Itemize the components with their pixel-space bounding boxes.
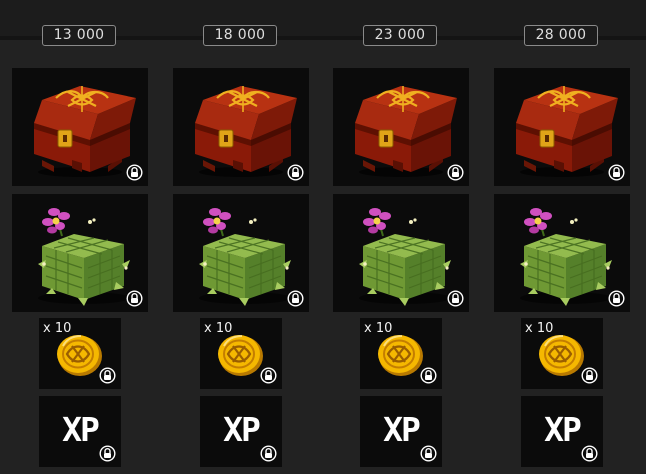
xp-reward-tile[interactable]: XP xyxy=(200,396,282,467)
coin-reward-tile[interactable]: x 10 xyxy=(200,318,282,389)
xp-label: XP xyxy=(223,410,261,449)
lock-icon xyxy=(608,290,625,307)
lock-icon xyxy=(287,290,304,307)
plant-block-reward-tile[interactable] xyxy=(494,194,630,312)
reward-column-4: 28 000 x 10 XP xyxy=(494,0,630,474)
threshold-label: 23 000 xyxy=(363,25,437,46)
lock-icon xyxy=(420,445,437,462)
xp-reward-tile[interactable]: XP xyxy=(39,396,121,467)
lock-icon xyxy=(447,164,464,181)
reward-column-2: 18 000 x 10 XP xyxy=(173,0,309,474)
chest-reward-tile[interactable] xyxy=(333,68,469,186)
lock-icon xyxy=(126,290,143,307)
lock-icon xyxy=(99,367,116,384)
coin-reward-tile[interactable]: x 10 xyxy=(360,318,442,389)
xp-label: XP xyxy=(544,410,582,449)
lock-icon xyxy=(581,445,598,462)
lock-icon xyxy=(260,367,277,384)
lock-icon xyxy=(581,367,598,384)
threshold-label: 28 000 xyxy=(524,25,598,46)
chest-reward-tile[interactable] xyxy=(12,68,148,186)
lock-icon xyxy=(99,445,116,462)
lock-icon xyxy=(126,164,143,181)
lock-icon xyxy=(608,164,625,181)
xp-reward-tile[interactable]: XP xyxy=(521,396,603,467)
plant-block-reward-tile[interactable] xyxy=(333,194,469,312)
lock-icon xyxy=(260,445,277,462)
threshold-label: 13 000 xyxy=(42,25,116,46)
reward-column-3: 23 000 x 10 XP xyxy=(333,0,469,474)
xp-label: XP xyxy=(383,410,421,449)
reward-column-1: 13 000 x 10 XP xyxy=(12,0,148,474)
coin-quantity: x 10 xyxy=(525,321,554,336)
coin-reward-tile[interactable]: x 10 xyxy=(39,318,121,389)
coin-quantity: x 10 xyxy=(364,321,393,336)
lock-icon xyxy=(287,164,304,181)
chest-reward-tile[interactable] xyxy=(494,68,630,186)
xp-label: XP xyxy=(62,410,100,449)
chest-reward-tile[interactable] xyxy=(173,68,309,186)
plant-block-reward-tile[interactable] xyxy=(173,194,309,312)
coin-reward-tile[interactable]: x 10 xyxy=(521,318,603,389)
lock-icon xyxy=(447,290,464,307)
coin-quantity: x 10 xyxy=(43,321,72,336)
plant-block-reward-tile[interactable] xyxy=(12,194,148,312)
lock-icon xyxy=(420,367,437,384)
coin-quantity: x 10 xyxy=(204,321,233,336)
xp-reward-tile[interactable]: XP xyxy=(360,396,442,467)
threshold-label: 18 000 xyxy=(203,25,277,46)
